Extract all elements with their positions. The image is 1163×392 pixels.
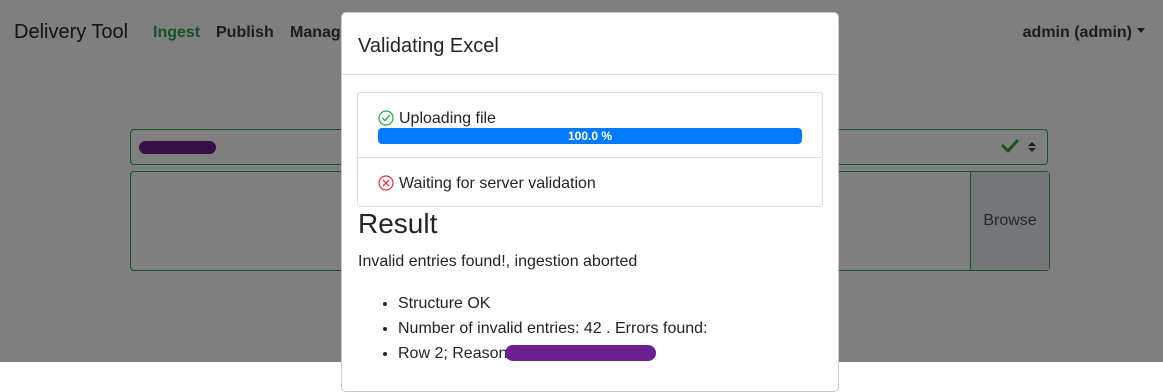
result-message: Invalid entries found!, ingestion aborte… (358, 253, 638, 270)
status-item-upload: Uploading file 100.0 % (358, 93, 822, 158)
x-circle-icon (378, 175, 394, 191)
upload-progress: 100.0 % (378, 128, 802, 144)
status-label-upload: Uploading file (399, 110, 496, 127)
status-label-validation: Waiting for server validation (399, 175, 596, 192)
list-item: Number of invalid entries: 42 . Errors f… (398, 316, 707, 341)
list-item: Structure OK (398, 291, 707, 316)
result-heading: Result (358, 208, 438, 239)
status-item-validation: Waiting for server validation (358, 158, 822, 206)
modal-header: Validating Excel (342, 13, 838, 75)
redacted-reason (505, 345, 656, 361)
check-circle-icon (378, 110, 394, 126)
row-reason: Row 2; Reason: (398, 345, 512, 362)
modal-title: Validating Excel (358, 35, 499, 57)
status-list: Uploading file 100.0 % Waiting for serve… (357, 92, 823, 207)
validation-modal: Validating Excel Uploading file 100.0 % … (341, 12, 839, 392)
upload-progress-bar: 100.0 % (378, 128, 802, 144)
